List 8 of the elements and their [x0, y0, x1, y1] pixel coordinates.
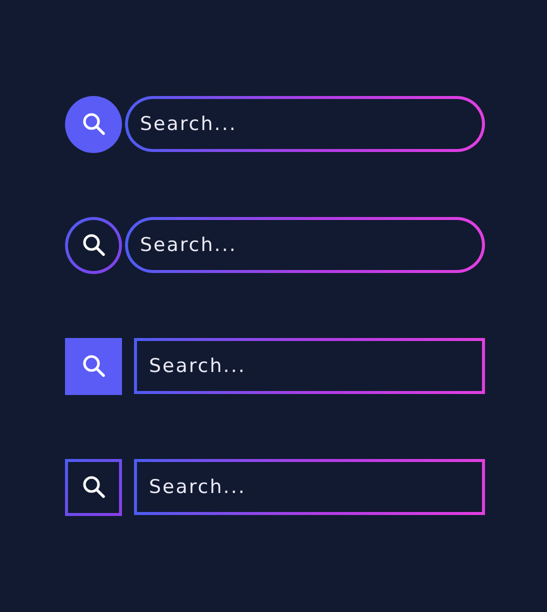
search-field[interactable]: Search... [125, 217, 485, 273]
search-field[interactable]: Search... [134, 338, 485, 394]
search-icon [82, 475, 106, 499]
search-icon [82, 233, 106, 257]
search-field[interactable]: Search... [125, 96, 485, 152]
search-icon [82, 354, 106, 378]
search-field[interactable]: Search... [134, 459, 485, 515]
search-icon [82, 112, 106, 136]
